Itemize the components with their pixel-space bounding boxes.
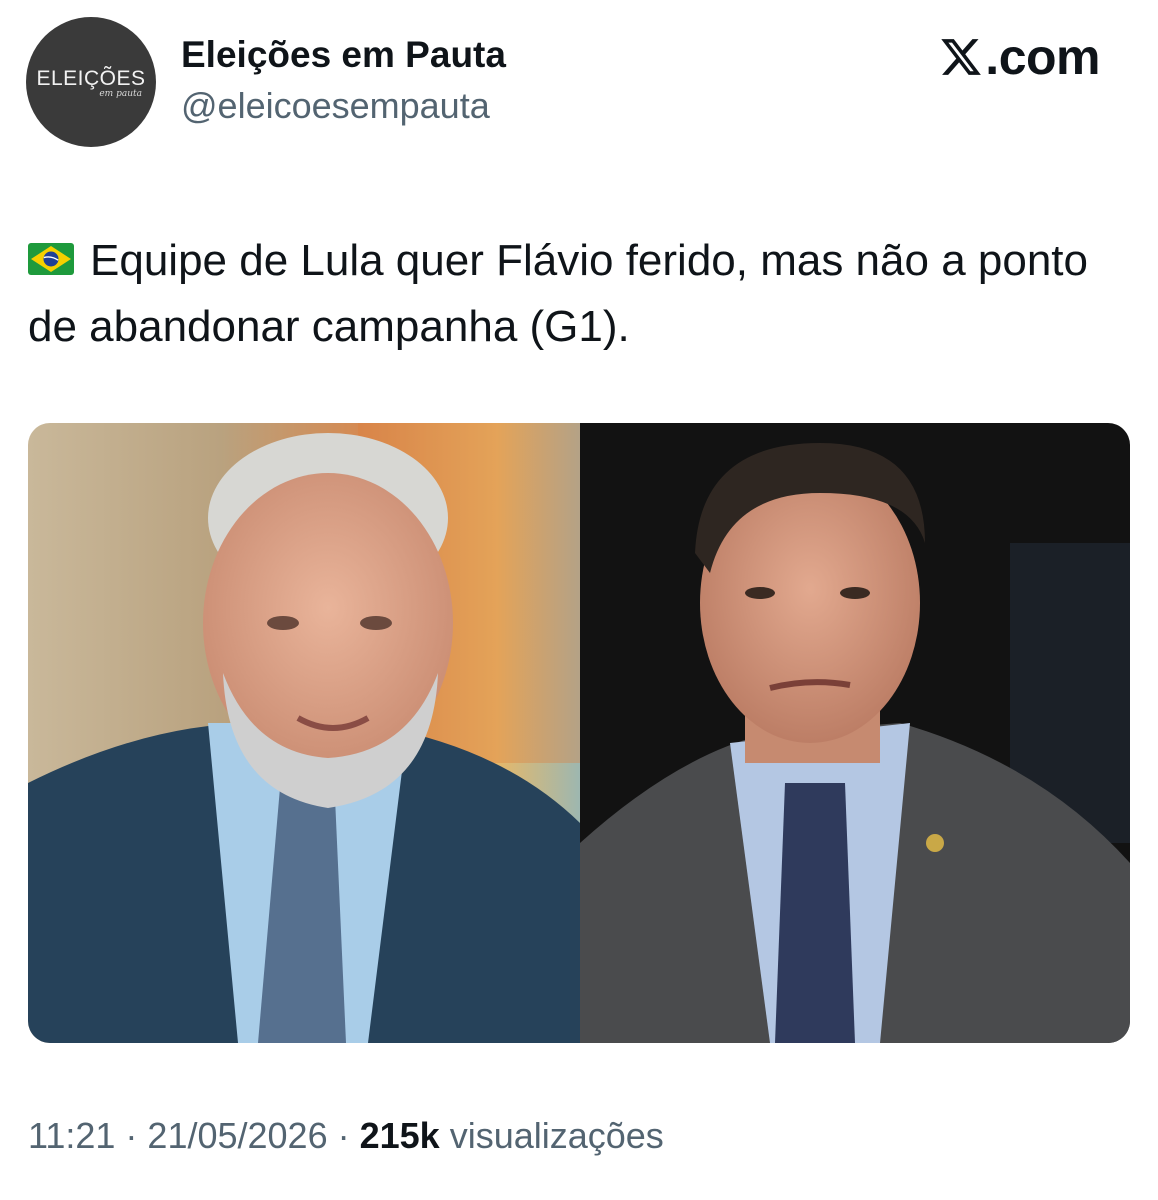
tweet-media[interactable] [28,423,1130,1043]
tweet-text: Equipe de Lula quer Flávio ferido, mas n… [28,228,1128,360]
brand-domain-text: .com [985,29,1100,85]
x-brand[interactable]: .com [939,32,1100,82]
avatar-logo-text: ELEIÇÕES [36,66,146,90]
meta-separator: · [327,1115,360,1156]
photo-left-image [28,423,580,1043]
author-handle[interactable]: @eleicoesempauta [181,88,490,124]
x-logo-icon [941,39,982,75]
tweet-meta: 11:21 · 21/05/2026 · 215k visualizações [28,1118,664,1154]
views-label: visualizações [439,1115,664,1156]
tweet-date[interactable]: 21/05/2026 [147,1115,327,1156]
tweet-time[interactable]: 11:21 [28,1115,115,1156]
tweet-body: Equipe de Lula quer Flávio ferido, mas n… [28,236,1088,351]
author-display-name[interactable]: Eleições em Pauta [181,36,506,73]
avatar[interactable]: ELEIÇÕES em pauta [26,17,156,147]
meta-separator: · [115,1115,148,1156]
avatar-logo-subtext: em pauta [99,88,142,99]
photo-right[interactable] [580,423,1130,1043]
photo-left[interactable] [28,423,580,1043]
views-count: 215k [359,1115,440,1156]
brazil-flag-icon [28,243,74,276]
photo-right-image [580,423,1130,1043]
